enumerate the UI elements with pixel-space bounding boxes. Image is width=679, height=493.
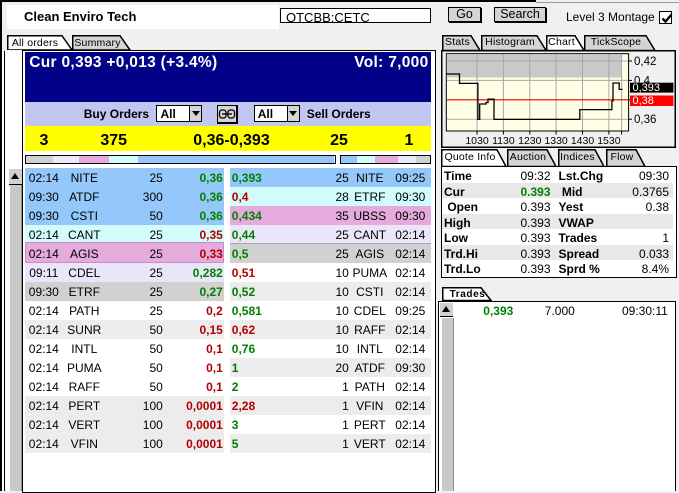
svg-text:0,38: 0,38 (633, 95, 654, 107)
svg-text:1030: 1030 (465, 135, 489, 147)
svg-text:1530: 1530 (597, 135, 621, 147)
svg-text:0,42: 0,42 (634, 56, 656, 68)
svg-text:1430: 1430 (571, 135, 595, 147)
svg-text:1130: 1130 (492, 135, 515, 147)
svg-text:0,393: 0,393 (633, 82, 661, 94)
svg-text:1330: 1330 (544, 135, 568, 147)
svg-text:1230: 1230 (518, 135, 542, 147)
svg-text:0,36: 0,36 (634, 114, 656, 126)
